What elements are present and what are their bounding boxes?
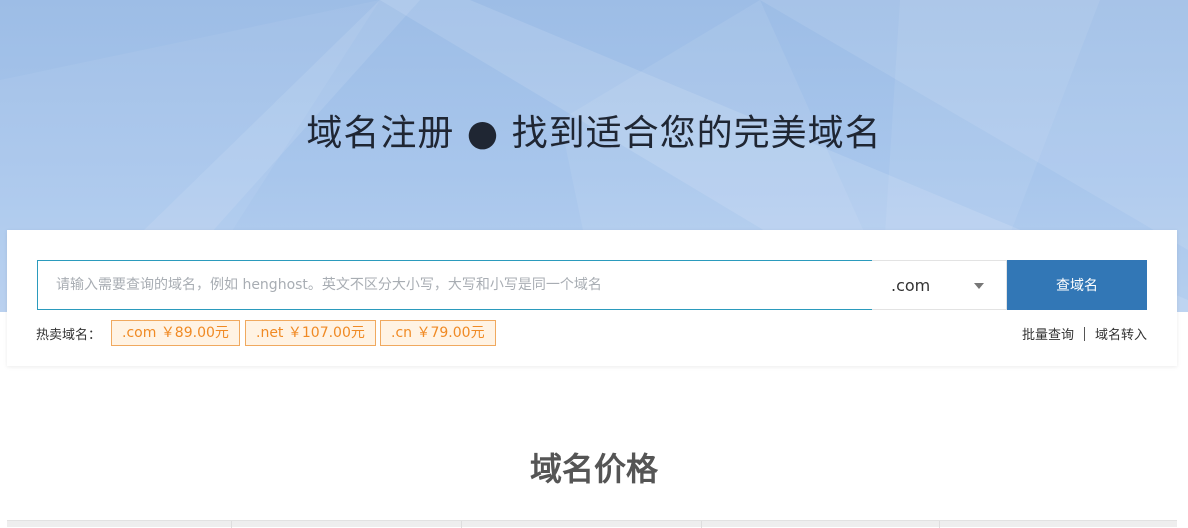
chevron-down-icon xyxy=(974,283,984,289)
section-title-domain-price: 域名价格 xyxy=(529,450,658,488)
hot-tag-price: ￥79.00元 xyxy=(416,325,485,341)
quick-links: 批量查询 域名转入 xyxy=(1022,324,1147,343)
hot-tag-com[interactable]: .com ￥89.00元 xyxy=(111,320,240,346)
tld-selected-value: .com xyxy=(891,276,931,295)
hot-tag-net[interactable]: .net ￥107.00元 xyxy=(245,320,376,346)
link-divider xyxy=(1083,326,1085,341)
search-domain-button[interactable]: 查域名 xyxy=(1007,260,1147,310)
hot-tag-tld: .net xyxy=(256,325,284,341)
tld-dropdown[interactable]: .com xyxy=(872,260,1007,310)
price-table-header xyxy=(7,520,1177,528)
hot-domains-label: 热卖域名： xyxy=(36,328,102,343)
bulk-query-link[interactable]: 批量查询 xyxy=(1022,324,1074,343)
hot-tag-tld: .cn xyxy=(391,325,413,341)
domain-transfer-link[interactable]: 域名转入 xyxy=(1095,324,1147,343)
domain-search-input[interactable] xyxy=(37,260,872,310)
hot-tag-price: ￥107.00元 xyxy=(287,325,365,341)
hot-tag-price: ￥89.00元 xyxy=(160,325,229,341)
hot-tag-tld: .com xyxy=(122,325,157,341)
domain-search-card: .com 查域名 热卖域名： .com ￥89.00元 .net ￥107.00… xyxy=(7,230,1177,366)
hot-tag-cn[interactable]: .cn ￥79.00元 xyxy=(380,320,496,346)
page-title: 域名注册 ● 找到适合您的完美域名 xyxy=(306,113,882,154)
